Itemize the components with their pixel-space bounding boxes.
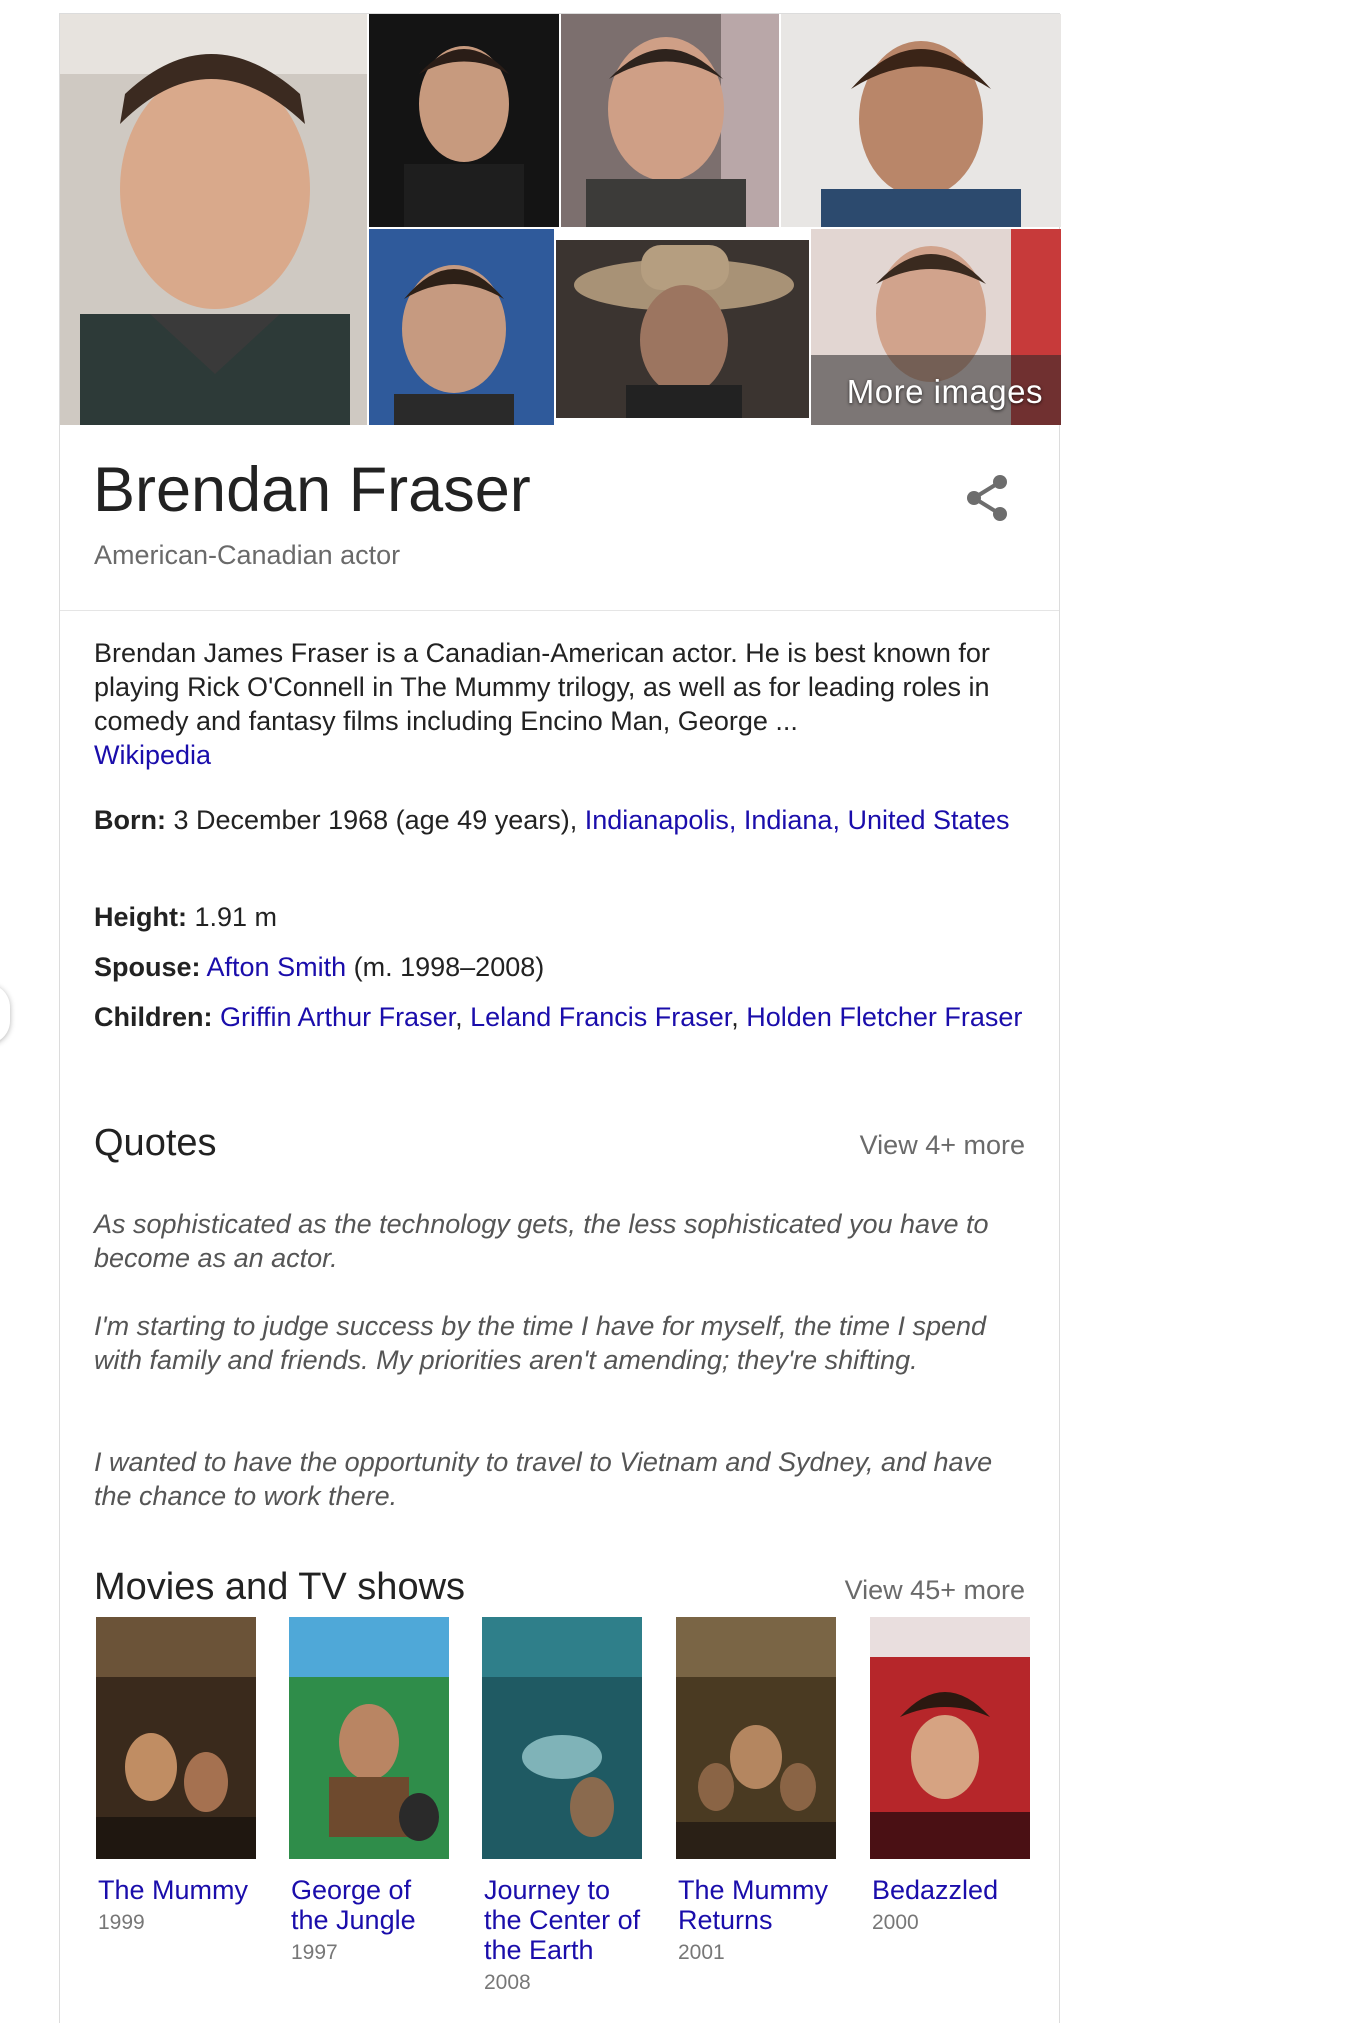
fact-children-label: Children: xyxy=(94,1002,213,1032)
share-button[interactable] xyxy=(963,472,1013,524)
photo-main[interactable] xyxy=(60,14,367,425)
quote-item: I'm starting to judge success by the tim… xyxy=(94,1311,987,1375)
children-separator: , xyxy=(455,1002,463,1032)
wikipedia-link[interactable]: Wikipedia xyxy=(94,740,211,770)
movie-year: 1999 xyxy=(98,1911,145,1934)
movies-heading: Movies and TV shows xyxy=(94,1566,466,1608)
fact-children: Children: Griffin Arthur Fraser, Leland … xyxy=(94,1000,1024,1034)
child-link[interactable]: Leland Francis Fraser xyxy=(470,1002,731,1032)
divider xyxy=(60,610,1059,611)
knowledge-panel: More images Brendan Fraser American-Cana… xyxy=(59,13,1061,2023)
quote-item: As sophisticated as the technology gets,… xyxy=(94,1209,989,1273)
photo-5[interactable] xyxy=(369,229,554,425)
photo-6[interactable] xyxy=(556,240,809,418)
fact-spouse: Spouse: Afton Smith (m. 1998–2008) xyxy=(94,950,1024,984)
spouse-link[interactable]: Afton Smith xyxy=(207,952,347,982)
description-text: Brendan James Fraser is a Canadian-Ameri… xyxy=(94,638,990,736)
fact-height: Height: 1.91 m xyxy=(94,900,1024,934)
movie-poster[interactable] xyxy=(676,1617,836,1859)
description: Brendan James Fraser is a Canadian-Ameri… xyxy=(94,636,1024,772)
movie-poster[interactable] xyxy=(289,1617,449,1859)
movie-poster[interactable] xyxy=(96,1617,256,1859)
entity-title: Brendan Fraser xyxy=(93,455,531,525)
movie-card[interactable]: Bedazzled 2000 xyxy=(870,1617,1032,1935)
movie-card[interactable]: The Mummy 1999 xyxy=(96,1617,258,1935)
share-icon xyxy=(967,475,1007,521)
fact-height-label: Height: xyxy=(94,902,187,932)
child-link[interactable]: Holden Fletcher Fraser xyxy=(746,1002,1022,1032)
movie-poster[interactable] xyxy=(870,1617,1030,1859)
photo-2[interactable] xyxy=(369,14,559,227)
movie-title[interactable]: The Mummy xyxy=(98,1875,258,1905)
movie-year: 2001 xyxy=(678,1941,725,1964)
photo-4[interactable] xyxy=(781,14,1061,227)
movie-card[interactable]: George of the Jungle 1997 xyxy=(289,1617,451,1965)
movie-card[interactable]: Journey to the Center of the Earth 2008 xyxy=(482,1617,644,1995)
side-scroll-handle[interactable] xyxy=(0,984,10,1044)
spouse-years: (m. 1998–2008) xyxy=(353,952,545,982)
movie-year: 1997 xyxy=(291,1941,338,1964)
fact-born: Born: 3 December 1968 (age 49 years), In… xyxy=(94,803,1024,837)
movies-view-more[interactable]: View 45+ more xyxy=(845,1575,1025,1606)
more-images-link[interactable]: More images xyxy=(847,373,1043,411)
fact-born-value: 3 December 1968 (age 49 years), xyxy=(173,805,578,835)
quotes-view-more[interactable]: View 4+ more xyxy=(860,1130,1025,1161)
quotes-heading: Quotes xyxy=(94,1122,217,1164)
movie-title[interactable]: George of the Jungle xyxy=(291,1875,451,1935)
quote-item: I wanted to have the opportunity to trav… xyxy=(94,1447,993,1511)
children-separator: , xyxy=(731,1002,739,1032)
fact-spouse-label: Spouse: xyxy=(94,952,201,982)
photo-3[interactable] xyxy=(561,14,779,227)
child-link[interactable]: Griffin Arthur Fraser xyxy=(220,1002,455,1032)
fact-height-value: 1.91 m xyxy=(194,902,278,932)
fact-born-label: Born: xyxy=(94,805,166,835)
entity-subtitle: American-Canadian actor xyxy=(94,540,401,570)
movie-title[interactable]: Journey to the Center of the Earth xyxy=(484,1875,644,1965)
movie-poster[interactable] xyxy=(482,1617,642,1859)
movie-card[interactable]: The Mummy Returns 2001 xyxy=(676,1617,838,1965)
movie-year: 2008 xyxy=(484,1971,531,1994)
movie-year: 2000 xyxy=(872,1911,919,1934)
movie-title[interactable]: Bedazzled xyxy=(872,1875,1032,1905)
photo-7[interactable]: More images xyxy=(811,229,1061,425)
born-place-link[interactable]: Indianapolis, Indiana, United States xyxy=(585,805,1010,835)
movie-title[interactable]: The Mummy Returns xyxy=(678,1875,838,1935)
